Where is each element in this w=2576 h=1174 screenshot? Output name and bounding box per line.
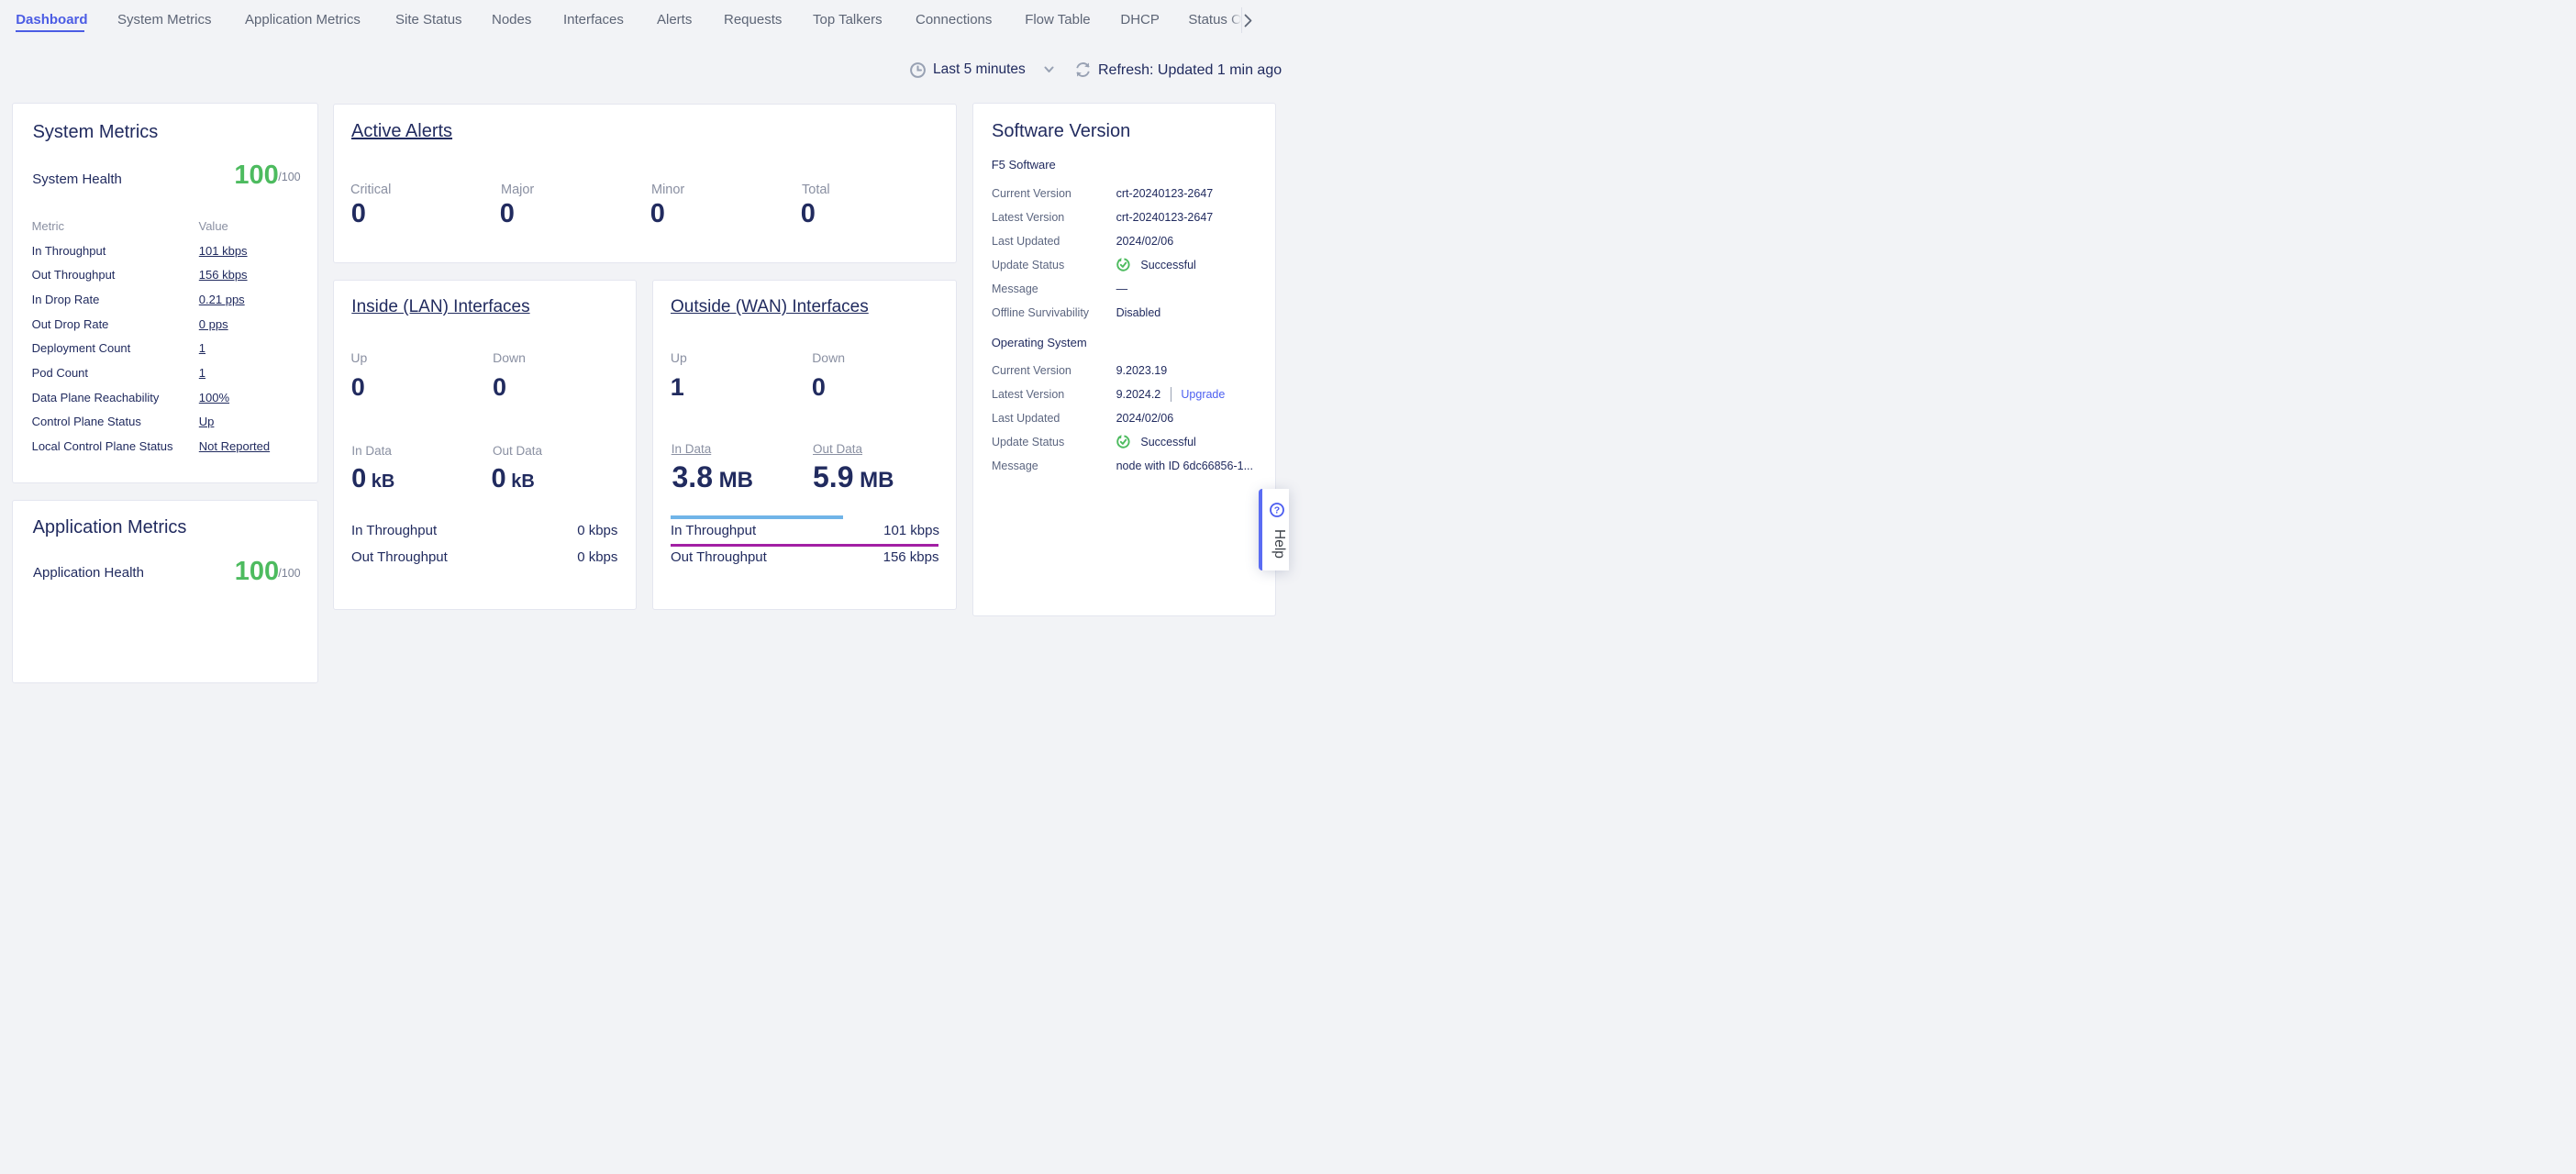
- svg-text:?: ?: [1274, 504, 1280, 515]
